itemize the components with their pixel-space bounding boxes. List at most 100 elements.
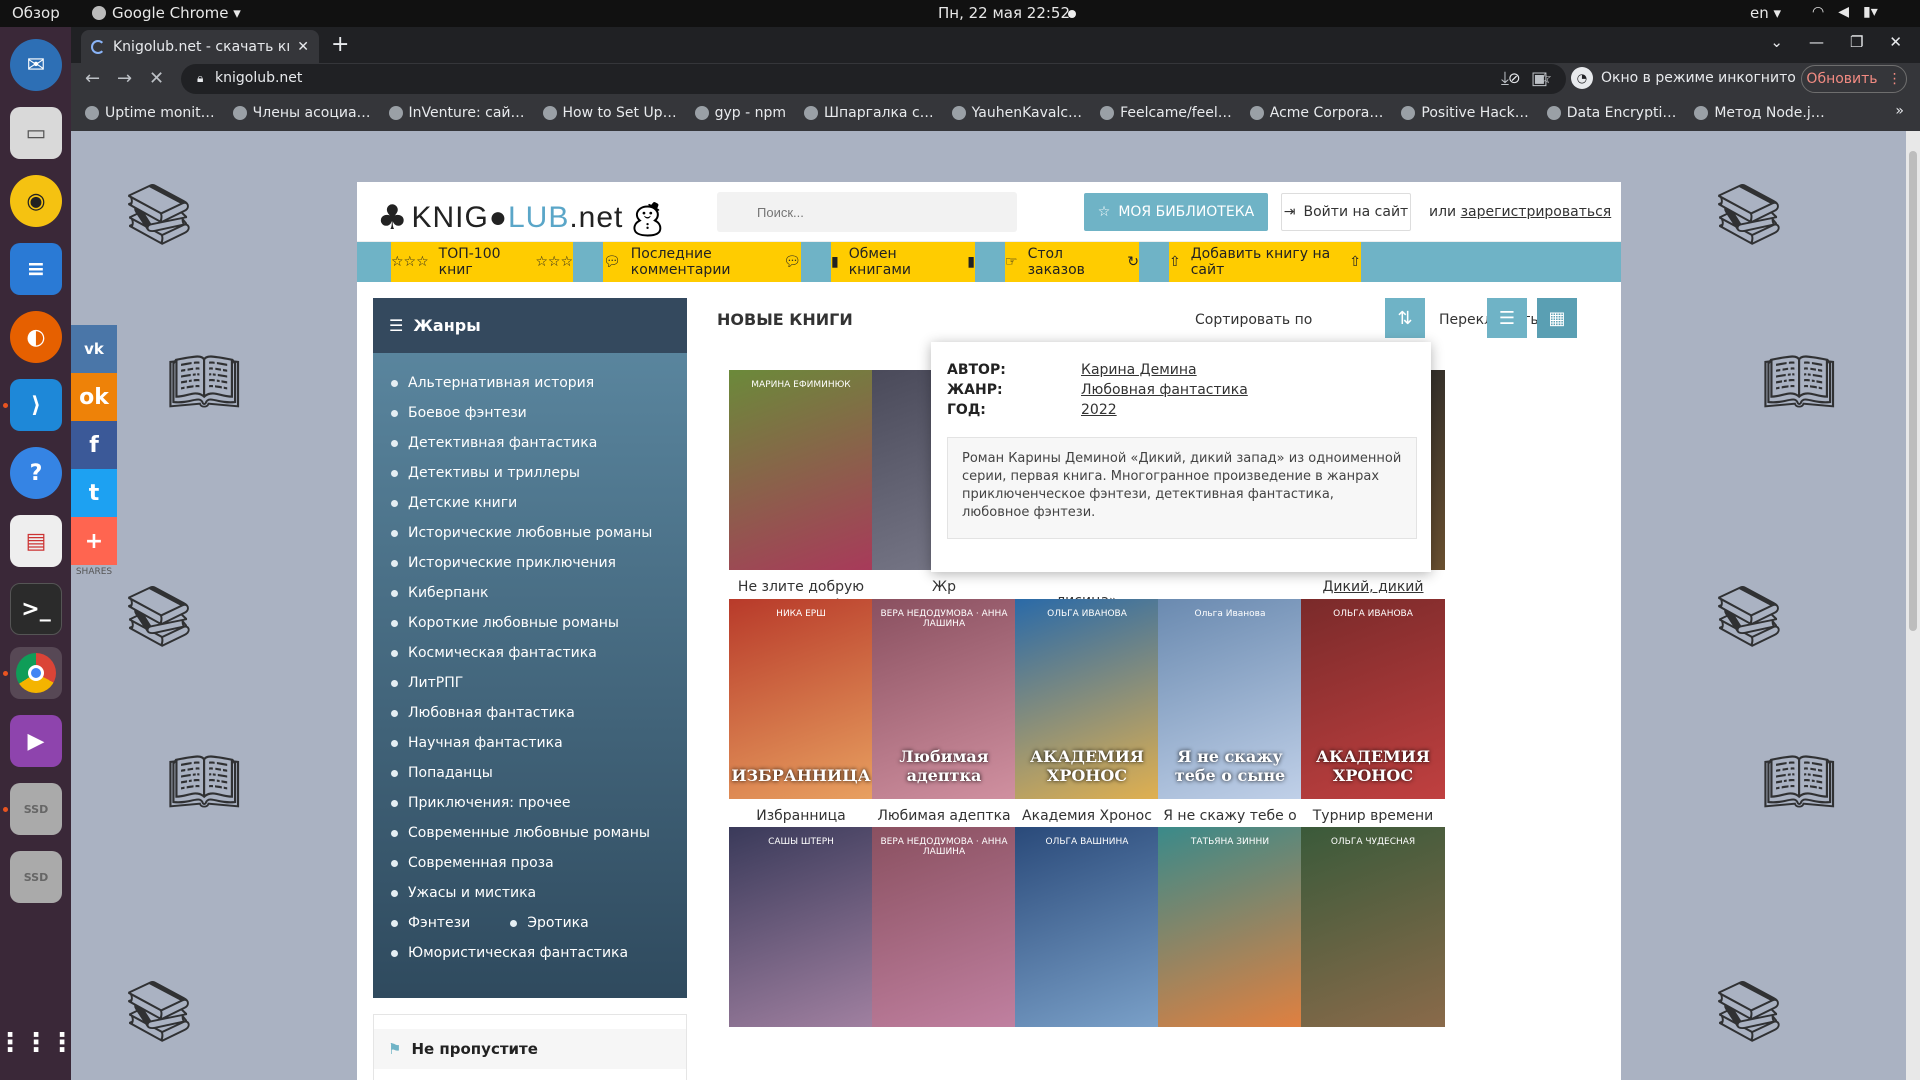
grid-view-button[interactable]: ▦	[1537, 298, 1577, 338]
bookmark-item[interactable]: Uptime monit…	[85, 105, 215, 121]
book-card[interactable]: ОЛЬГА ВАШНИНА	[1015, 827, 1159, 1027]
tooltip-genre-link[interactable]: Любовная фантастика	[1081, 382, 1248, 398]
tracking-blocked-icon[interactable]: ⊘	[1508, 69, 1521, 87]
book-cover[interactable]: ОЛЬГА ИВАНОВА АКАДЕМИЯ ХРОНОС	[1301, 599, 1445, 799]
genre-item[interactable]: Научная фантастика	[391, 728, 687, 758]
writer-icon[interactable]: ≡	[10, 243, 62, 295]
bookmark-item[interactable]: gyp - npm	[694, 105, 786, 121]
book-cover[interactable]: ВЕРА НЕДОДУМОВА · АННА ЛАШИНА Любимая аде…	[872, 599, 1016, 799]
list-view-button[interactable]: ☰	[1487, 298, 1527, 338]
bookmark-item[interactable]: InVenture: сай…	[388, 105, 525, 121]
vk-share-icon[interactable]: vk	[71, 325, 117, 373]
genre-item[interactable]: Боевое фэнтези	[391, 398, 687, 428]
genre-item[interactable]: Попаданцы	[391, 758, 687, 788]
bookmarks-overflow-icon[interactable]: »	[1895, 103, 1904, 119]
book-card[interactable]: ОЛЬГА ИВАНОВА АКАДЕМИЯ ХРОНОС Турнир време…	[1301, 599, 1445, 825]
genre-item[interactable]: Ужасы и мистика	[391, 878, 687, 908]
book-cover[interactable]: ВЕРА НЕДОДУМОВА · АННА ЛАШИНА	[872, 827, 1016, 1027]
app-menu[interactable]: Google Chrome ▾	[92, 4, 241, 22]
genre-item[interactable]: Космическая фантастика	[391, 638, 687, 668]
book-cover[interactable]: ОЛЬГА ЧУДЕСНАЯ	[1301, 827, 1445, 1027]
thunderbird-icon[interactable]: ✉	[10, 39, 62, 91]
book-cover[interactable]: МАРИНА ЕФИМИНЮК	[729, 370, 873, 570]
book-card[interactable]: Ольга Иванова Я не скажу тебе о сыне Я не …	[1158, 599, 1302, 843]
genre-item[interactable]: Детские книги	[391, 488, 687, 518]
update-button[interactable]: Обновить ⋮	[1801, 65, 1907, 93]
lock-icon[interactable]: 🔒︎	[197, 71, 203, 86]
book-card[interactable]: ОЛЬГА ЧУДЕСНАЯ	[1301, 827, 1445, 1027]
bookmark-item[interactable]: Acme Corpora…	[1249, 105, 1383, 121]
genre-item[interactable]: Современная проза	[391, 848, 687, 878]
facebook-share-icon[interactable]: f	[71, 421, 117, 469]
book-cover[interactable]: САШЫ ШТЕРН	[729, 827, 873, 1027]
video-player-icon[interactable]: ▶	[10, 715, 62, 767]
book-cover[interactable]: ОЛЬГА ИВАНОВА АКАДЕМИЯ ХРОНОС	[1015, 599, 1159, 799]
genre-item[interactable]: Приключения: прочее	[391, 788, 687, 818]
clock[interactable]: Пн, 22 мая 22:52	[938, 4, 1070, 22]
book-cover[interactable]: ТАТЬЯНА ЗИННИ	[1158, 827, 1302, 1027]
login-button[interactable]: ⇥ Войти на сайт	[1281, 193, 1411, 231]
nav-comments[interactable]: 💬︎ Последние комментарии 💬︎	[603, 242, 801, 282]
nav-add-book[interactable]: ⇧ Добавить книгу на сайт ⇧	[1169, 242, 1361, 282]
my-library-button[interactable]: ☆ МОЯ БИБЛИОТЕКА	[1084, 193, 1268, 231]
tooltip-year-link[interactable]: 2022	[1081, 402, 1117, 418]
book-cover[interactable]: НИКА ЕРШ ИЗБРАННИЦА	[729, 599, 873, 799]
address-bar[interactable]: 🔒︎ knigolub.net ⊘ ☆	[181, 64, 1566, 94]
maximize-icon[interactable]: ❐	[1850, 33, 1863, 51]
more-share-icon[interactable]: +	[71, 517, 117, 565]
close-tab-icon[interactable]: ✕	[297, 39, 309, 55]
active-tab[interactable]: Knigolub.net - скачать кни ✕	[81, 30, 319, 63]
genre-item[interactable]: Исторические любовные романы	[391, 518, 687, 548]
genre-item[interactable]: Юмористическая фантастика	[391, 938, 687, 968]
side-panel-icon[interactable]: ▣	[1531, 68, 1548, 89]
book-card[interactable]: ТАТЬЯНА ЗИННИ	[1158, 827, 1302, 1027]
twitter-share-icon[interactable]: t	[71, 469, 117, 517]
book-card[interactable]	[1158, 570, 1302, 592]
genre-item[interactable]: Киберпанк	[391, 578, 687, 608]
genre-item[interactable]: Современные любовные романы	[391, 818, 687, 848]
bookmark-item[interactable]: Члены асоциа…	[232, 105, 371, 121]
odnoklassniki-share-icon[interactable]: ok	[71, 373, 117, 421]
rhythmbox-icon[interactable]: ◉	[10, 175, 62, 227]
sort-button[interactable]: ⇅	[1385, 298, 1425, 338]
incognito-indicator[interactable]: ◔ Окно в режиме инкогнито	[1571, 67, 1796, 89]
document-viewer-icon[interactable]: ▤	[10, 515, 62, 567]
nav-top100[interactable]: ☆☆☆ ТОП-100 книг ☆☆☆	[391, 242, 573, 282]
book-cover[interactable]: ОЛЬГА ВАШНИНА	[1015, 827, 1159, 1027]
genre-item[interactable]: ЛитРПГ	[391, 668, 687, 698]
files-icon[interactable]: ▭	[10, 107, 62, 159]
activities-button[interactable]: Обзор	[12, 4, 60, 22]
keyboard-layout[interactable]: en ▾	[1750, 4, 1781, 22]
ssd-drive-icon[interactable]: SSD	[10, 851, 62, 903]
terminal-icon[interactable]: >_	[10, 583, 62, 635]
new-tab-button[interactable]: +	[331, 32, 349, 57]
bookmark-item[interactable]: YauhenKavalc…	[951, 105, 1082, 121]
back-button[interactable]: ←	[85, 68, 100, 89]
genre-item[interactable]: Любовная фантастика	[391, 698, 687, 728]
search-input[interactable]	[717, 192, 1017, 232]
book-card[interactable]: ВЕРА НЕДОДУМОВА · АННА ЛАШИНА	[872, 827, 1016, 1027]
chrome-dock-icon[interactable]	[10, 647, 62, 699]
book-card[interactable]: САШЫ ШТЕРН	[729, 827, 873, 1027]
register-link[interactable]: зарегистрироваться	[1461, 204, 1612, 220]
minimize-icon[interactable]: —	[1809, 33, 1824, 51]
vscode-icon[interactable]: ⟩	[10, 379, 62, 431]
stop-loading-button[interactable]: ✕	[149, 68, 164, 89]
bookmark-item[interactable]: How to Set Up…	[542, 105, 677, 121]
genre-label[interactable]: Эротика	[527, 915, 589, 931]
book-cover[interactable]: Ольга Иванова Я не скажу тебе о сыне	[1158, 599, 1302, 799]
genre-item[interactable]: Короткие любовные романы	[391, 608, 687, 638]
tab-search-icon[interactable]: ⌄	[1770, 33, 1783, 51]
bookmark-item[interactable]: Feelcame/feel…	[1100, 105, 1232, 121]
nav-exchange[interactable]: ▮ Обмен книгами ▮	[831, 242, 975, 282]
download-icon[interactable]: ⤓	[1501, 68, 1509, 89]
genre-label[interactable]: Фэнтези	[408, 915, 470, 931]
nav-orders[interactable]: ☞ Стол заказов ↻	[1005, 242, 1139, 282]
show-apps-icon[interactable]: ⋮⋮⋮	[0, 1017, 75, 1069]
help-icon[interactable]: ?	[10, 447, 62, 499]
book-card[interactable]: ОЛЬГА ИВАНОВА АКАДЕМИЯ ХРОНОС Академия Хро…	[1015, 599, 1159, 825]
bookmark-item[interactable]: Positive Hack…	[1401, 105, 1529, 121]
ssd-drive-icon[interactable]: SSD	[10, 783, 62, 835]
scrollbar-thumb[interactable]	[1909, 151, 1917, 631]
bookmark-item[interactable]: Метод Node.j…	[1694, 105, 1825, 121]
